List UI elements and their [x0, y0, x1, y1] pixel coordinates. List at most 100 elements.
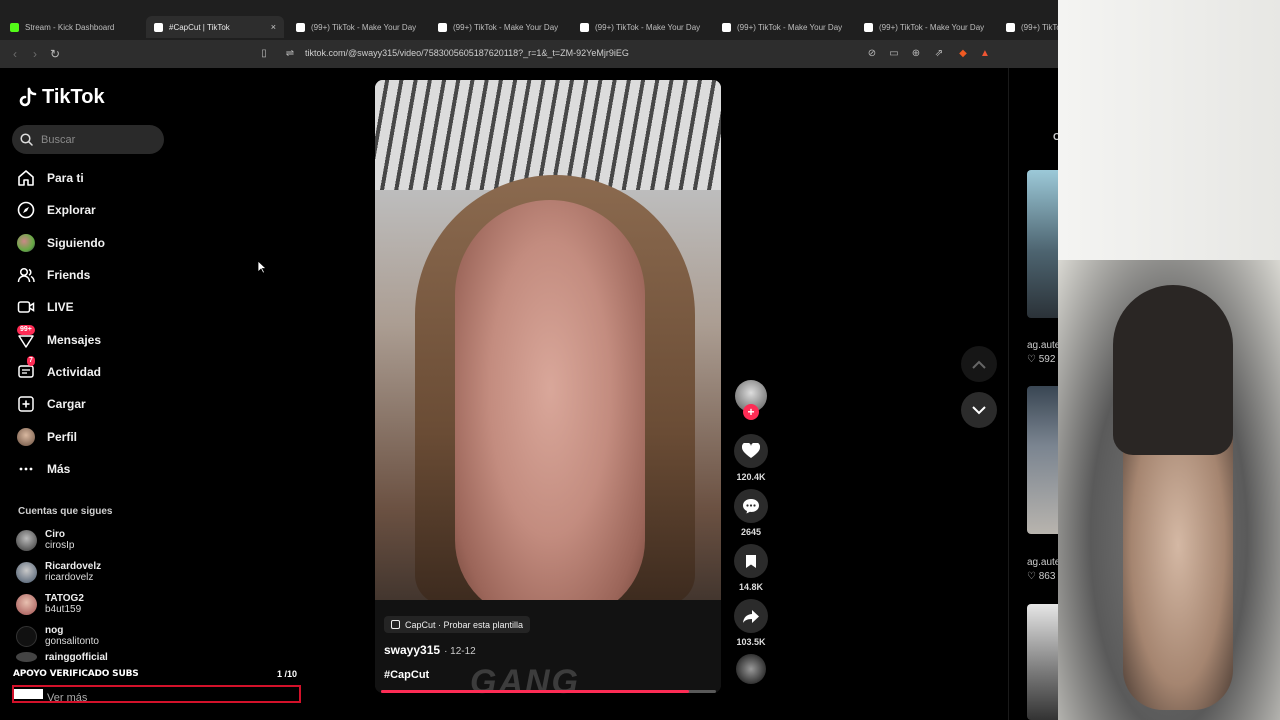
comment-icon [743, 499, 759, 514]
tab-tiktok-4[interactable]: (99+) TikTok - Make Your Day [714, 16, 854, 38]
sidebar-item-label: Para ti [47, 171, 84, 186]
tab-title: (99+) TikTok [1021, 22, 1058, 32]
media-off-icon[interactable]: ⊘ [866, 48, 878, 60]
next-video-button[interactable] [961, 392, 997, 428]
overlay-progress-fill [14, 689, 43, 699]
tiktok-logo[interactable]: TikTok [18, 86, 105, 109]
save-button[interactable] [734, 544, 768, 578]
share-icon[interactable]: ⇗ [933, 48, 945, 60]
related-video-like-count: 592 [1038, 354, 1056, 365]
tab-tiktok-2[interactable]: (99+) TikTok - Make Your Day [430, 16, 570, 38]
video-hashtag[interactable]: #CapCut [384, 669, 429, 681]
related-video-thumbnail[interactable] [1027, 386, 1058, 534]
zoom-icon[interactable]: ⊕ [910, 48, 922, 60]
tab-tiktok-1[interactable]: (99+) TikTok - Make Your Day [288, 16, 428, 38]
following-item[interactable]: nog gonsalitonto [16, 620, 108, 652]
capcut-template-button[interactable]: CapCut · Probar esta plantilla [384, 616, 531, 633]
share-count: 103.5K [736, 637, 766, 647]
sidebar-item-cargar[interactable]: Cargar [17, 388, 105, 420]
sidebar-item-friends[interactable]: Friends [17, 259, 105, 291]
sidebar-item-para-ti[interactable]: Para ti [17, 162, 105, 194]
follow-plus-icon[interactable]: + [743, 404, 759, 420]
tab-kick-dashboard[interactable]: Stream - Kick Dashboard [2, 16, 142, 38]
sidebar-menu: Para ti Explorar Siguiendo Friends LIVE … [17, 162, 105, 485]
webcam-wall [1058, 0, 1280, 300]
tab-capcut-tiktok[interactable]: #CapCut | TikTok × [146, 16, 284, 38]
tab-tiktok-3[interactable]: (99+) TikTok - Make Your Day [572, 16, 712, 38]
sidebar-item-mensajes[interactable]: 99+ Mensajes [17, 323, 105, 355]
sidebar-item-siguiendo[interactable]: Siguiendo [17, 227, 105, 259]
live-icon [17, 298, 35, 316]
related-video-like-count: 863 [1038, 571, 1056, 582]
following-handle: ricardovelz [45, 572, 94, 583]
forward-arrow-icon[interactable]: › [28, 47, 42, 61]
following-item[interactable]: Ciro cirosIp [16, 524, 108, 556]
back-arrow-icon[interactable]: ‹ [8, 47, 22, 61]
close-tab-icon[interactable]: × [271, 22, 276, 32]
share-button[interactable] [734, 599, 768, 633]
webcam-streamer-hair [1113, 285, 1233, 455]
sidebar-item-label: Perfil [47, 429, 78, 444]
related-video-thumbnail[interactable] [1027, 604, 1058, 720]
tiktok-icon [1006, 22, 1015, 32]
overlay-label: APOYO VERIFICADO SUBS [13, 669, 139, 679]
comment-button[interactable] [734, 489, 768, 523]
following-item[interactable]: Ricardovelz ricardovelz [16, 556, 108, 588]
sidebar-item-perfil[interactable]: Perfil [17, 420, 105, 452]
brave-rewards-icon[interactable]: ▲ [979, 48, 991, 60]
home-icon [17, 169, 35, 187]
sidebar-item-explorar[interactable]: Explorar [17, 194, 105, 226]
following-name: nog [45, 625, 64, 636]
chevron-down-icon [972, 405, 986, 414]
like-count: 120.4K [736, 472, 766, 482]
sidebar-item-label: Actividad [47, 364, 102, 379]
following-name: Ricardovelz [45, 561, 102, 572]
related-video-thumbnail[interactable] [1027, 170, 1058, 318]
like-button[interactable] [734, 434, 768, 468]
sidebar-item-live[interactable]: LIVE [17, 291, 105, 323]
following-name: Ciro [45, 529, 65, 540]
video-subject-face [455, 200, 645, 620]
gang-watermark: GANG [470, 663, 580, 701]
tiktok-icon [722, 22, 731, 32]
bookmark-icon[interactable]: ▯ [258, 48, 270, 60]
following-item[interactable]: rainggofficial [16, 652, 108, 670]
tiktok-icon [864, 22, 873, 32]
following-item[interactable]: TATOG2 b4ut159 [16, 588, 108, 620]
related-video-user[interactable]: ag.aute [1027, 340, 1058, 351]
activity-icon: 7 [17, 355, 35, 381]
sidebar-item-actividad[interactable]: 7 Actividad [17, 355, 105, 388]
cast-icon[interactable]: ▭ [888, 48, 900, 60]
chevron-up-icon [972, 360, 986, 369]
following-handle: gonsalitonto [45, 636, 99, 647]
avatar-icon [17, 233, 35, 252]
compass-icon [17, 201, 35, 219]
avatar [16, 561, 37, 583]
video-progress-bar[interactable] [381, 690, 716, 693]
url-field[interactable]: tiktok.com/@swayy315/video/7583005605187… [305, 48, 629, 58]
video-player[interactable] [375, 80, 721, 693]
avatar [16, 652, 37, 662]
reload-icon[interactable]: ↻ [48, 47, 62, 61]
music-disc-icon[interactable] [736, 654, 766, 684]
tab-tiktok-5[interactable]: (99+) TikTok - Make Your Day [856, 16, 996, 38]
sidebar-item-mas[interactable]: Más [17, 453, 105, 485]
related-video-user[interactable]: ag.aute [1027, 557, 1058, 568]
related-video-likes: ♡ 592 [1027, 354, 1056, 365]
see-more-link[interactable]: Ver más [47, 692, 87, 704]
capcut-label: CapCut · Probar esta plantilla [405, 619, 524, 630]
tiktok-icon [438, 22, 447, 32]
tab-title: Stream - Kick Dashboard [25, 22, 115, 32]
tab-tiktok-6[interactable]: (99+) TikTok [998, 16, 1058, 38]
creator-avatar[interactable]: + [735, 380, 767, 420]
sidebar-item-label: Friends [47, 268, 91, 283]
share-arrow-icon [743, 609, 759, 623]
heart-icon [742, 443, 760, 458]
avatar [16, 593, 37, 615]
video-author[interactable]: swayy315 · 12-12 [384, 643, 476, 657]
search-input[interactable]: Buscar [12, 125, 164, 154]
brave-shield-icon[interactable]: ◆ [957, 48, 969, 60]
site-info-icon[interactable]: ⇌ [284, 48, 296, 60]
previous-video-button[interactable] [961, 346, 997, 382]
following-title: Cuentas que sigues [18, 506, 113, 517]
